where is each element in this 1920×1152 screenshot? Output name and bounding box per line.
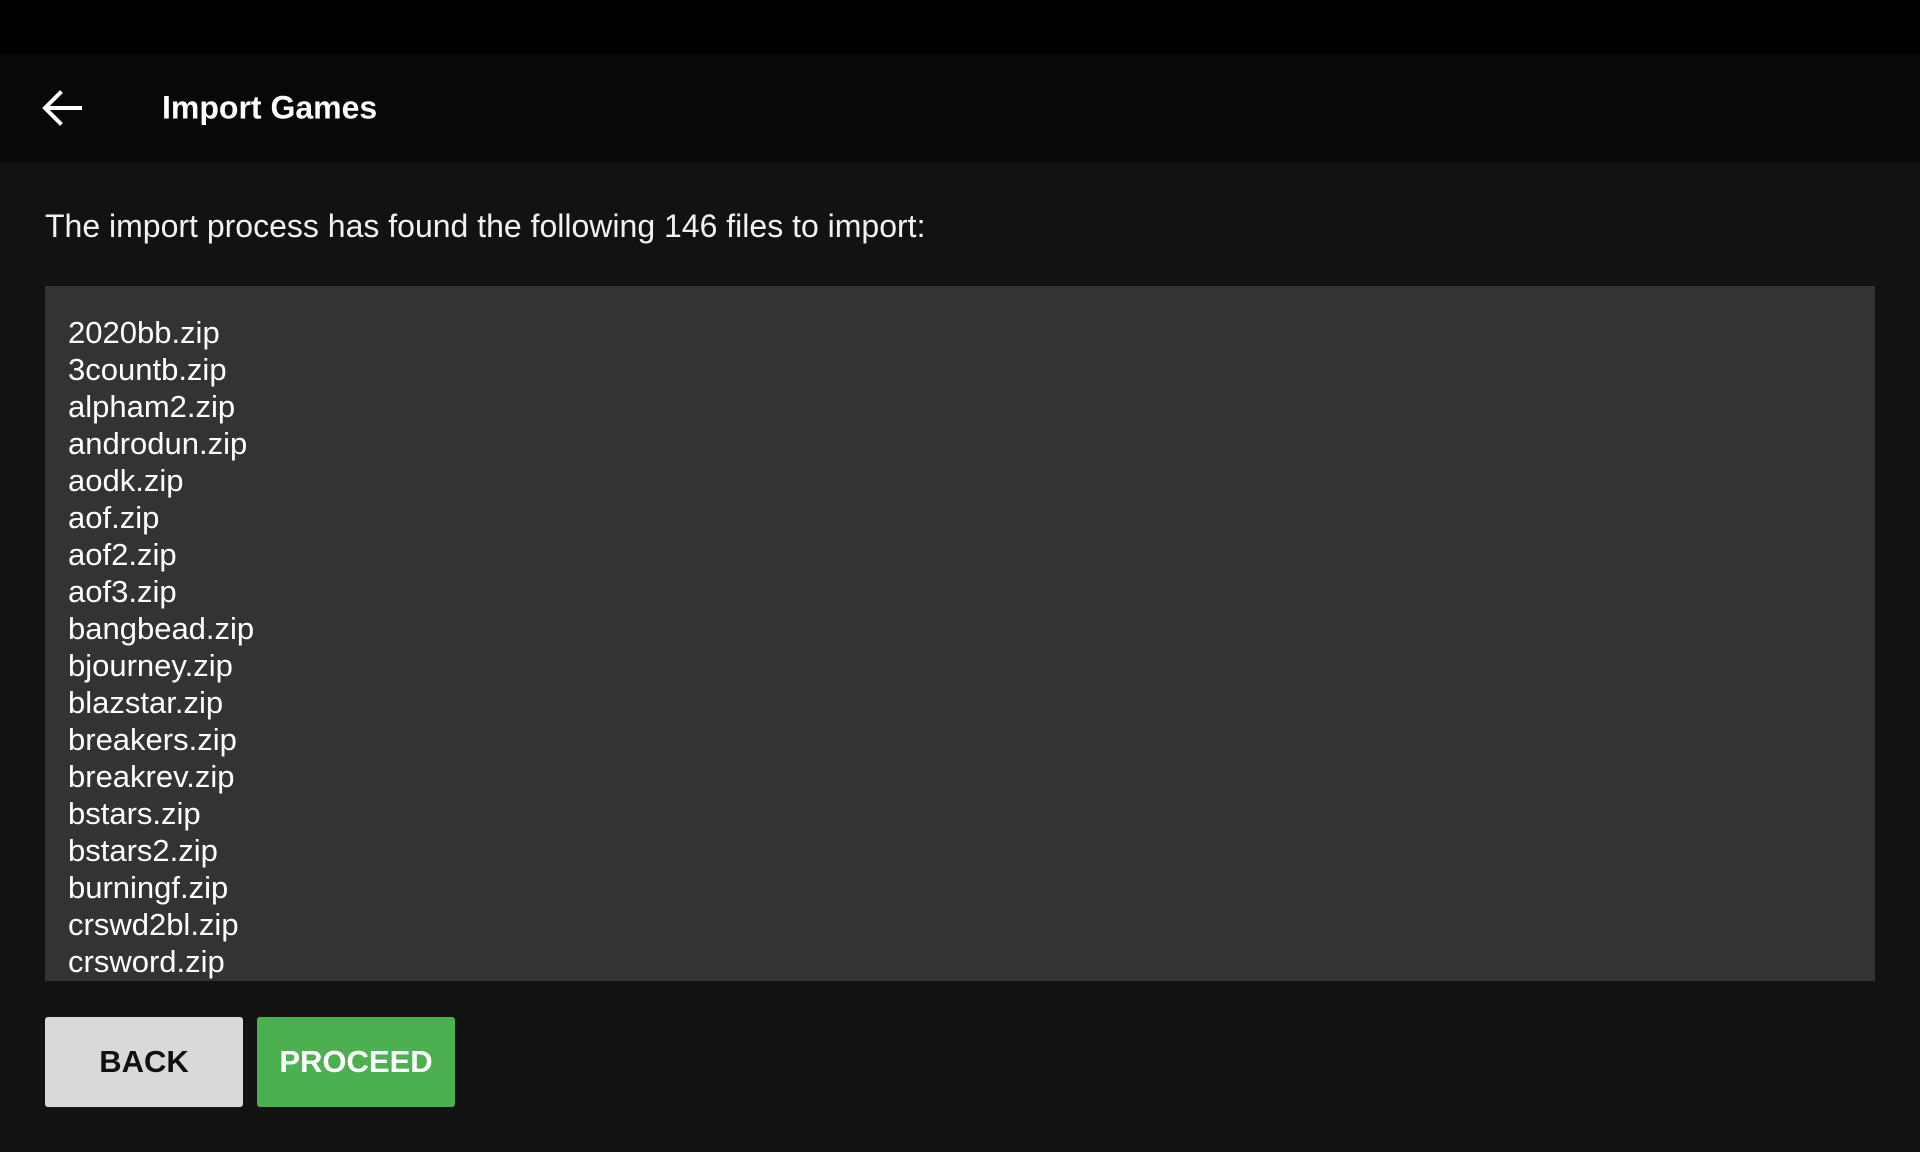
proceed-button[interactable]: PROCEED — [257, 1017, 455, 1107]
file-list-item: burningf.zip — [68, 870, 229, 905]
file-list-item: aof.zip — [68, 500, 160, 535]
file-list-item: bjourney.zip — [68, 648, 233, 683]
file-list-item: bstars2.zip — [68, 833, 218, 868]
file-list-item: 2020bb.zip — [68, 315, 220, 350]
page-title: Import Games — [162, 89, 378, 126]
file-list-item: breakrev.zip — [68, 759, 235, 794]
arrow-left-icon — [42, 90, 82, 126]
file-list-item: bstars.zip — [68, 796, 201, 831]
back-arrow-button[interactable] — [36, 82, 88, 134]
file-list-item: bangbead.zip — [68, 611, 255, 646]
file-list: 2020bb.zip 3countb.zip alpham2.zip androdun… — [68, 314, 1875, 980]
import-description: The import process has found the followi… — [45, 208, 926, 244]
file-list-item: alpham2.zip — [68, 389, 236, 424]
file-list-item: aof2.zip — [68, 537, 177, 572]
file-list-item: 3countb.zip — [68, 352, 227, 387]
file-list-item: blazstar.zip — [68, 685, 224, 720]
app-bar: Import Games — [0, 54, 1920, 162]
file-list-item: breakers.zip — [68, 722, 237, 757]
file-list-item: crsword.zip — [68, 944, 225, 979]
file-list-item: crswd2bl.zip — [68, 907, 239, 942]
file-list-item: androdun.zip — [68, 426, 248, 461]
back-button[interactable]: BACK — [45, 1017, 243, 1107]
status-bar — [0, 0, 1920, 54]
file-list-item: aodk.zip — [68, 463, 184, 498]
file-list-box[interactable]: 2020bb.zip 3countb.zip alpham2.zip androdun… — [45, 286, 1875, 981]
file-list-item: aof3.zip — [68, 574, 177, 609]
